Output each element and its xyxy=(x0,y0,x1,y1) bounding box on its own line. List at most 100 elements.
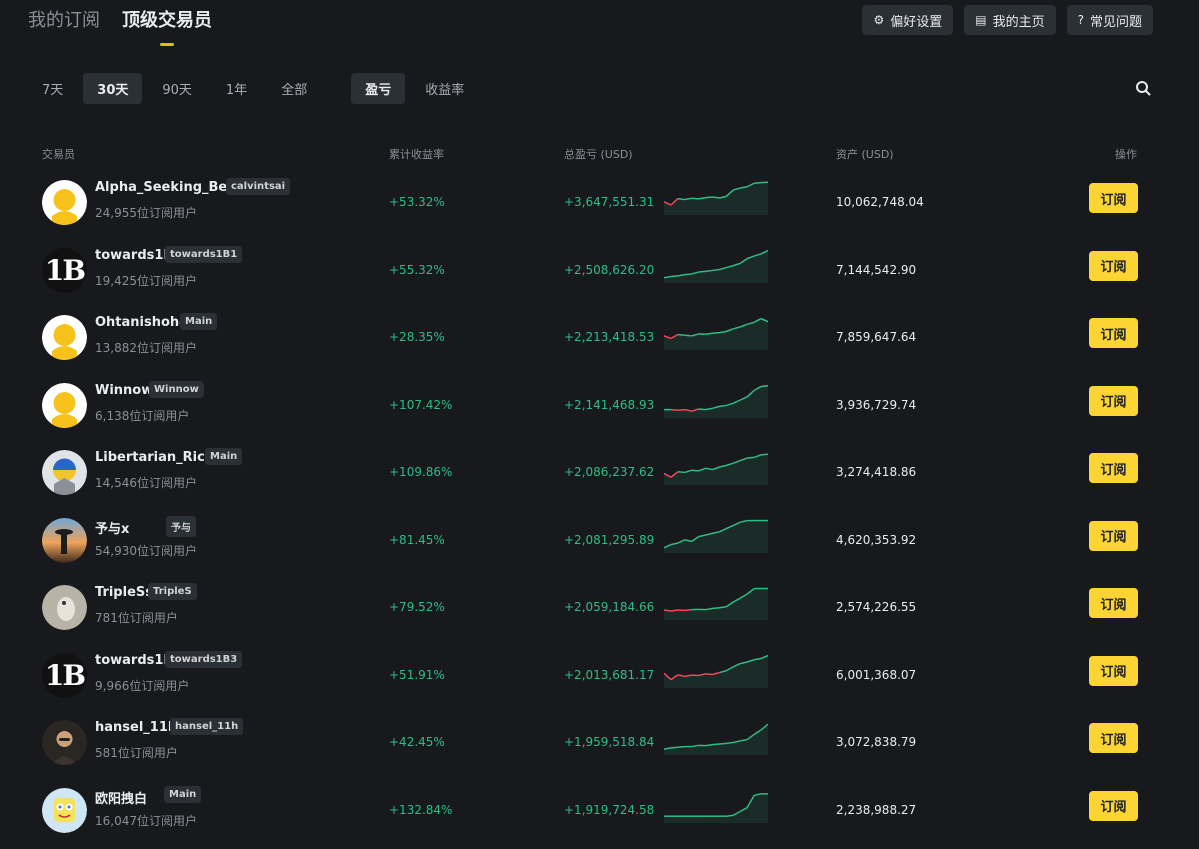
pnl-sparkline xyxy=(664,249,768,283)
sparkline-segment xyxy=(712,331,720,335)
my-homepage-button[interactable]: ▤ 我的主页 xyxy=(964,5,1056,35)
trader-name[interactable]: towards1B xyxy=(95,248,173,263)
avatar[interactable] xyxy=(42,720,87,765)
column-header-roi[interactable]: 累计收益率 xyxy=(389,146,444,162)
avatar[interactable]: 1B xyxy=(42,247,87,293)
subscribe-button[interactable]: 订阅 xyxy=(1089,385,1138,416)
pnl-sparkline xyxy=(664,792,768,823)
filter-roi[interactable]: 收益率 xyxy=(411,73,478,104)
subscribe-button[interactable]: 订阅 xyxy=(1089,790,1138,821)
subscribe-button[interactable]: 订阅 xyxy=(1089,723,1138,753)
subscribe-button[interactable]: 订阅 xyxy=(1089,250,1138,281)
filter-1y[interactable]: 1年 xyxy=(212,73,261,104)
trader-row[interactable]: Winnow Winnow 6,138位订阅用户 +107.42% +2,141… xyxy=(0,373,1199,439)
sparkline-segment xyxy=(705,672,713,675)
sparkline-segment xyxy=(677,408,685,411)
sparkline-segment xyxy=(698,407,706,410)
avatar[interactable] xyxy=(42,787,87,833)
avatar[interactable]: 1B xyxy=(42,652,87,698)
trader-row[interactable]: 1B towards1B towards1B1 19,425位订阅用户 +55.… xyxy=(0,238,1199,304)
filter-pnl[interactable]: 盈亏 xyxy=(351,73,406,104)
trader-name[interactable]: Libertarian_Ricky xyxy=(95,450,222,465)
subscriber-count: 54,930位订阅用户 xyxy=(95,543,198,558)
subscriber-count: 13,882位订阅用户 xyxy=(95,341,198,355)
trader-row[interactable]: Ohtanishohei Main 13,882位订阅用户 +28.35% +2… xyxy=(0,305,1199,371)
sparkline-segment xyxy=(670,746,678,749)
subscribe-button[interactable]: 订阅 xyxy=(1089,588,1138,618)
trader-name[interactable]: towards1B xyxy=(95,653,173,668)
filter-all[interactable]: 全部 xyxy=(267,73,321,104)
trader-name[interactable]: 欧阳拽白 xyxy=(95,788,147,807)
filter-7d[interactable]: 7天 xyxy=(28,73,77,104)
trader-name[interactable]: TripleSs xyxy=(95,585,153,600)
assets-value: 2,574,226.55 xyxy=(836,600,917,614)
pnl-sparkline xyxy=(664,181,768,215)
pnl-value: +2,081,295.89 xyxy=(564,532,655,547)
filter-90d[interactable]: 90天 xyxy=(148,73,206,104)
trader-name[interactable]: Alpha_Seeking_Beta xyxy=(95,180,242,195)
pnl-value: +2,086,237.62 xyxy=(564,465,655,479)
assets-value: 7,859,647.64 xyxy=(836,330,917,344)
sparkline-segment xyxy=(684,272,692,275)
avatar[interactable] xyxy=(42,585,87,630)
subscribe-button[interactable]: 订阅 xyxy=(1089,183,1138,213)
trader-name[interactable]: Winnow xyxy=(95,383,153,398)
subscribe-button[interactable]: 订阅 xyxy=(1089,655,1138,686)
subscribe-button[interactable]: 订阅 xyxy=(1089,318,1138,348)
sparkline-segment xyxy=(670,609,678,612)
trader-tag: towards1B3 xyxy=(165,650,243,668)
trader-name[interactable]: hansel_11h xyxy=(95,720,177,735)
sparkline-segment xyxy=(705,743,713,747)
assets-value: 7,144,542.90 xyxy=(836,262,917,277)
sparkline-area xyxy=(664,385,768,418)
trader-row[interactable]: 欧阳拽白 Main 16,047位订阅用户 +132.84% +1,919,72… xyxy=(0,778,1199,844)
subscriber-count: 9,966位订阅用户 xyxy=(95,678,190,693)
pnl-value: +2,059,184.66 xyxy=(564,600,655,614)
trader-name[interactable]: 予与x xyxy=(95,518,129,537)
column-header-pnl[interactable]: 总盈亏 (USD) xyxy=(564,146,633,162)
sparkline-segment xyxy=(719,606,727,609)
avatar[interactable] xyxy=(42,180,87,225)
trader-tag: calvintsai xyxy=(226,178,291,195)
faq-button[interactable]: ? 常见问题 xyxy=(1066,5,1153,35)
roi-value: +109.86% xyxy=(389,465,453,479)
trader-tag: Main xyxy=(205,448,243,465)
avatar[interactable] xyxy=(42,450,87,495)
trader-row[interactable]: hansel_11h hansel_11h 581位订阅用户 +42.45% +… xyxy=(0,710,1199,776)
subscriber-count: 581位订阅用户 xyxy=(95,746,178,760)
assets-value: 3,274,418.86 xyxy=(836,465,917,479)
pnl-value: +2,213,418.53 xyxy=(564,330,655,344)
avatar[interactable] xyxy=(42,315,87,360)
subscribe-button[interactable]: 订阅 xyxy=(1089,520,1138,551)
preferences-button[interactable]: ⚙ 偏好设置 xyxy=(862,5,954,35)
assets-value: 3,072,838.79 xyxy=(836,735,917,749)
avatar[interactable] xyxy=(42,517,87,563)
pnl-value: +1,919,724.58 xyxy=(564,802,655,817)
subscriber-count: 6,138位订阅用户 xyxy=(95,408,190,423)
sparkline-segment xyxy=(677,197,685,201)
subscribe-button[interactable]: 订阅 xyxy=(1089,453,1138,483)
sparkline-segment xyxy=(705,269,713,272)
sparkline-segment xyxy=(760,384,768,387)
search-icon[interactable] xyxy=(1135,80,1151,96)
avatar[interactable] xyxy=(42,382,87,428)
tab-my-subscriptions[interactable]: 我的订阅 xyxy=(28,6,100,46)
sparkline-segment xyxy=(760,453,768,456)
roi-value: +28.35% xyxy=(389,330,445,344)
sparkline-segment xyxy=(684,608,692,612)
trader-row[interactable]: 1B towards1B towards1B3 9,966位订阅用户 +51.9… xyxy=(0,643,1199,709)
subscriber-count: 781位订阅用户 xyxy=(95,611,178,625)
column-header-assets[interactable]: 资产 (USD) xyxy=(836,146,894,162)
filter-30d[interactable]: 30天 xyxy=(83,73,143,104)
pnl-value: +2,141,468.93 xyxy=(564,397,655,412)
column-header-action: 操作 xyxy=(1115,148,1137,161)
tab-top-traders[interactable]: 顶级交易员 xyxy=(122,6,212,46)
pnl-sparkline xyxy=(664,587,768,620)
filter-bar: 7天 30天 90天 1年 全部 盈亏 收益率 xyxy=(28,73,484,104)
trader-row[interactable]: 予与x 予与 54,930位订阅用户 +81.45% +2,081,295.89… xyxy=(0,508,1199,574)
trader-row[interactable]: Alpha_Seeking_Beta calvintsai 24,955位订阅用… xyxy=(0,170,1199,236)
trader-row[interactable]: TripleSs TripleS 781位订阅用户 +79.52% +2,059… xyxy=(0,575,1199,641)
sparkline-segment xyxy=(726,741,734,745)
trader-row[interactable]: Libertarian_Ricky Main 14,546位订阅用户 +109.… xyxy=(0,440,1199,506)
trader-name[interactable]: Ohtanishohei xyxy=(95,315,192,330)
